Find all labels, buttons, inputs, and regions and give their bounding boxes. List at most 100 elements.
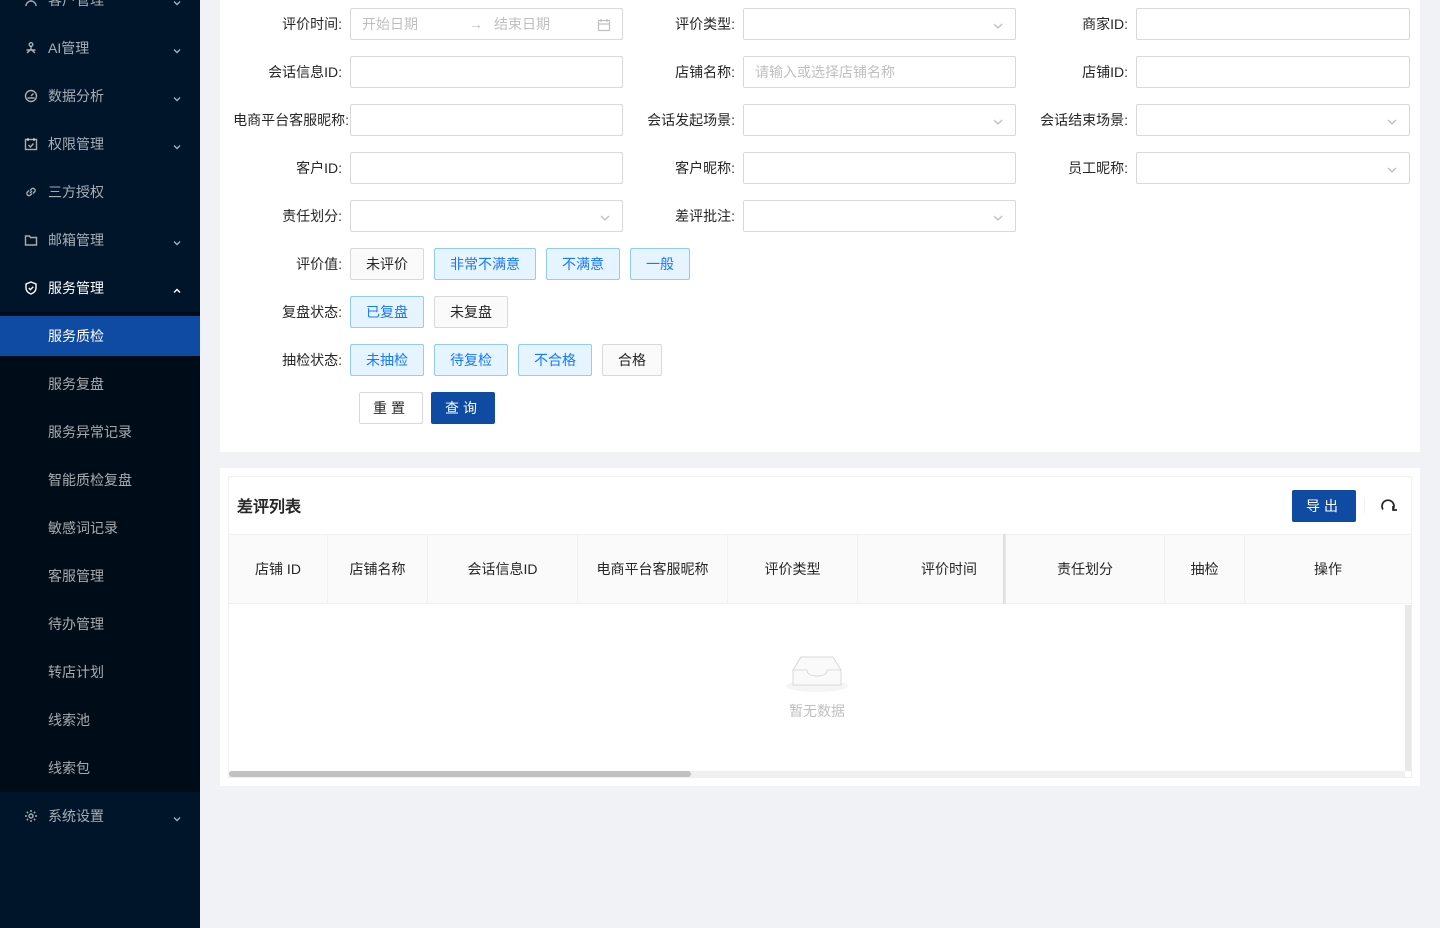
horizontal-scrollbar-thumb[interactable] [229,771,691,777]
sidebar-item-data-analysis[interactable]: 数据分析 [0,76,200,116]
session-start-scene-label: 会话发起场景: [647,112,735,128]
column-header-shop-name[interactable]: 店铺名称 [328,535,428,603]
inspect-status-tag-pending-recheck[interactable]: 待复检 [434,344,508,376]
dashboard-icon [24,89,38,103]
sidebar-subitem-label: 线索包 [48,760,90,776]
inspect-status-tag-not-inspected[interactable]: 未抽检 [350,344,424,376]
link-icon [24,185,38,199]
start-date-input[interactable]: 开始日期 [362,9,418,39]
sidebar-item-system-settings[interactable]: 系统设置 [0,796,200,836]
column-header-session-id[interactable]: 会话信息ID [428,535,578,603]
review-status-tag-unreviewed[interactable]: 未复盘 [434,296,508,328]
sidebar-item-label: 权限管理 [48,136,104,152]
staff-nick-select[interactable] [1136,152,1410,184]
sidebar-item-ai[interactable]: AI管理 [0,28,200,68]
sidebar-subitem-lead-package[interactable]: 线索包 [0,748,200,788]
eval-value-label: 评价值: [296,256,342,272]
eval-value-tag-neutral[interactable]: 一般 [630,248,690,280]
column-header-platform-nick[interactable]: 电商平台客服昵称 [578,535,728,603]
eval-value-tag-none[interactable]: 未评价 [350,248,424,280]
staff-nick-label: 员工昵称: [1068,160,1128,176]
customer-nick-input[interactable] [743,152,1016,184]
merchant-id-input[interactable] [1136,8,1410,40]
sidebar-subitem-lead-pool[interactable]: 线索池 [0,700,200,740]
sidebar-subitem-service-review[interactable]: 服务复盘 [0,364,200,404]
platform-nick-input[interactable] [350,104,623,136]
sidebar-item-permissions[interactable]: 权限管理 [0,124,200,164]
chevron-down-icon [992,19,1004,31]
column-header-actions[interactable]: 操作 [1245,535,1411,603]
session-end-scene-label: 会话结束场景: [1040,112,1128,128]
end-date-input[interactable]: 结束日期 [494,9,550,39]
sidebar-item-label: 客户管理 [48,0,104,8]
gear-icon [24,809,38,823]
merchant-id-label: 商家ID: [1082,16,1128,32]
review-status-tag-reviewed[interactable]: 已复盘 [350,296,424,328]
sidebar-subitem-label: 服务异常记录 [48,424,132,440]
calendar-icon [597,18,611,32]
chevron-down-icon [172,811,182,822]
sidebar-subitem-service-exceptions[interactable]: 服务异常记录 [0,412,200,452]
toolbar-divider [1364,499,1365,513]
calendar-check-icon [24,137,38,151]
customer-id-input[interactable] [350,152,623,184]
empty-inbox-icon [785,651,849,693]
chevron-down-icon [172,0,182,6]
empty-text: 暂无数据 [789,703,845,719]
chevron-down-icon [172,91,182,102]
responsibility-select[interactable] [350,200,623,232]
column-header-shop-id[interactable]: 店铺 ID [229,535,328,603]
reset-button[interactable]: 重置 [359,392,423,424]
bad-review-note-label: 差评批注: [675,208,735,224]
sidebar-subitem-sensitive-words[interactable]: 敏感词记录 [0,508,200,548]
sidebar-item-mailbox[interactable]: 邮箱管理 [0,220,200,260]
customer-id-label: 客户ID: [296,160,342,176]
shop-id-input[interactable] [1136,56,1410,88]
fixed-column-shadow [1003,534,1006,604]
eval-value-tag-very-unsatisfied[interactable]: 非常不满意 [434,248,536,280]
session-id-input[interactable] [350,56,623,88]
sidebar-item-label: 系统设置 [48,808,104,824]
sidebar-item-label: 数据分析 [48,88,104,104]
eval-type-label: 评价类型: [675,16,735,32]
shop-id-label: 店铺ID: [1082,64,1128,80]
eval-time-range-picker[interactable]: 开始日期 → 结束日期 [350,8,623,40]
sidebar-item-label: AI管理 [48,40,90,56]
filter-panel: 评价时间: 开始日期 → 结束日期 评价类型: 商家ID: 会话信息ID: 店铺… [220,0,1420,452]
eval-value-tag-unsatisfied[interactable]: 不满意 [546,248,620,280]
sidebar-item-third-party-auth[interactable]: 三方授权 [0,172,200,212]
export-button[interactable]: 导出 [1292,490,1356,522]
session-end-scene-select[interactable] [1136,104,1410,136]
chevron-down-icon [1386,163,1398,175]
sidebar-subitem-shop-transfer[interactable]: 转店计划 [0,652,200,692]
sidebar-subitem-label: 服务复盘 [48,376,104,392]
column-header-eval-type[interactable]: 评价类型 [728,535,858,603]
sidebar-subitem-todo[interactable]: 待办管理 [0,604,200,644]
chevron-down-icon [992,115,1004,127]
sidebar-subitem-smart-inspection-review[interactable]: 智能质检复盘 [0,460,200,500]
sidebar-subitem-agent-management[interactable]: 客服管理 [0,556,200,596]
sidebar-subitem-label: 客服管理 [48,568,104,584]
query-button[interactable]: 查询 [431,392,495,424]
review-status-label: 复盘状态: [282,304,342,320]
sidebar-subitem-label: 转店计划 [48,664,104,680]
arrow-right-icon: → [469,16,483,32]
chevron-down-icon [599,211,611,223]
column-header-inspection[interactable]: 抽检 [1165,535,1245,603]
column-header-eval-time[interactable]: 评价时间 [858,535,1003,603]
sidebar-item-service[interactable]: 服务管理 [0,268,200,308]
sidebar-subitem-service-inspection[interactable]: 服务质检 [0,316,200,356]
bad-review-note-select[interactable] [743,200,1016,232]
chevron-down-icon [172,139,182,150]
inspect-status-tag-failed[interactable]: 不合格 [518,344,592,376]
inspect-status-tag-passed[interactable]: 合格 [602,344,662,376]
shop-name-autocomplete[interactable]: 请输入或选择店铺名称 [743,56,1016,88]
sidebar-item-customer[interactable]: 客户管理 [0,0,200,20]
vertical-scrollbar[interactable] [1405,605,1411,771]
sidebar-subitem-label: 服务质检 [48,328,104,344]
session-start-scene-select[interactable] [743,104,1016,136]
chevron-down-icon [172,43,182,54]
reload-icon[interactable] [1377,494,1399,516]
eval-type-select[interactable] [743,8,1016,40]
column-header-responsibility[interactable]: 责任划分 [1006,535,1165,603]
